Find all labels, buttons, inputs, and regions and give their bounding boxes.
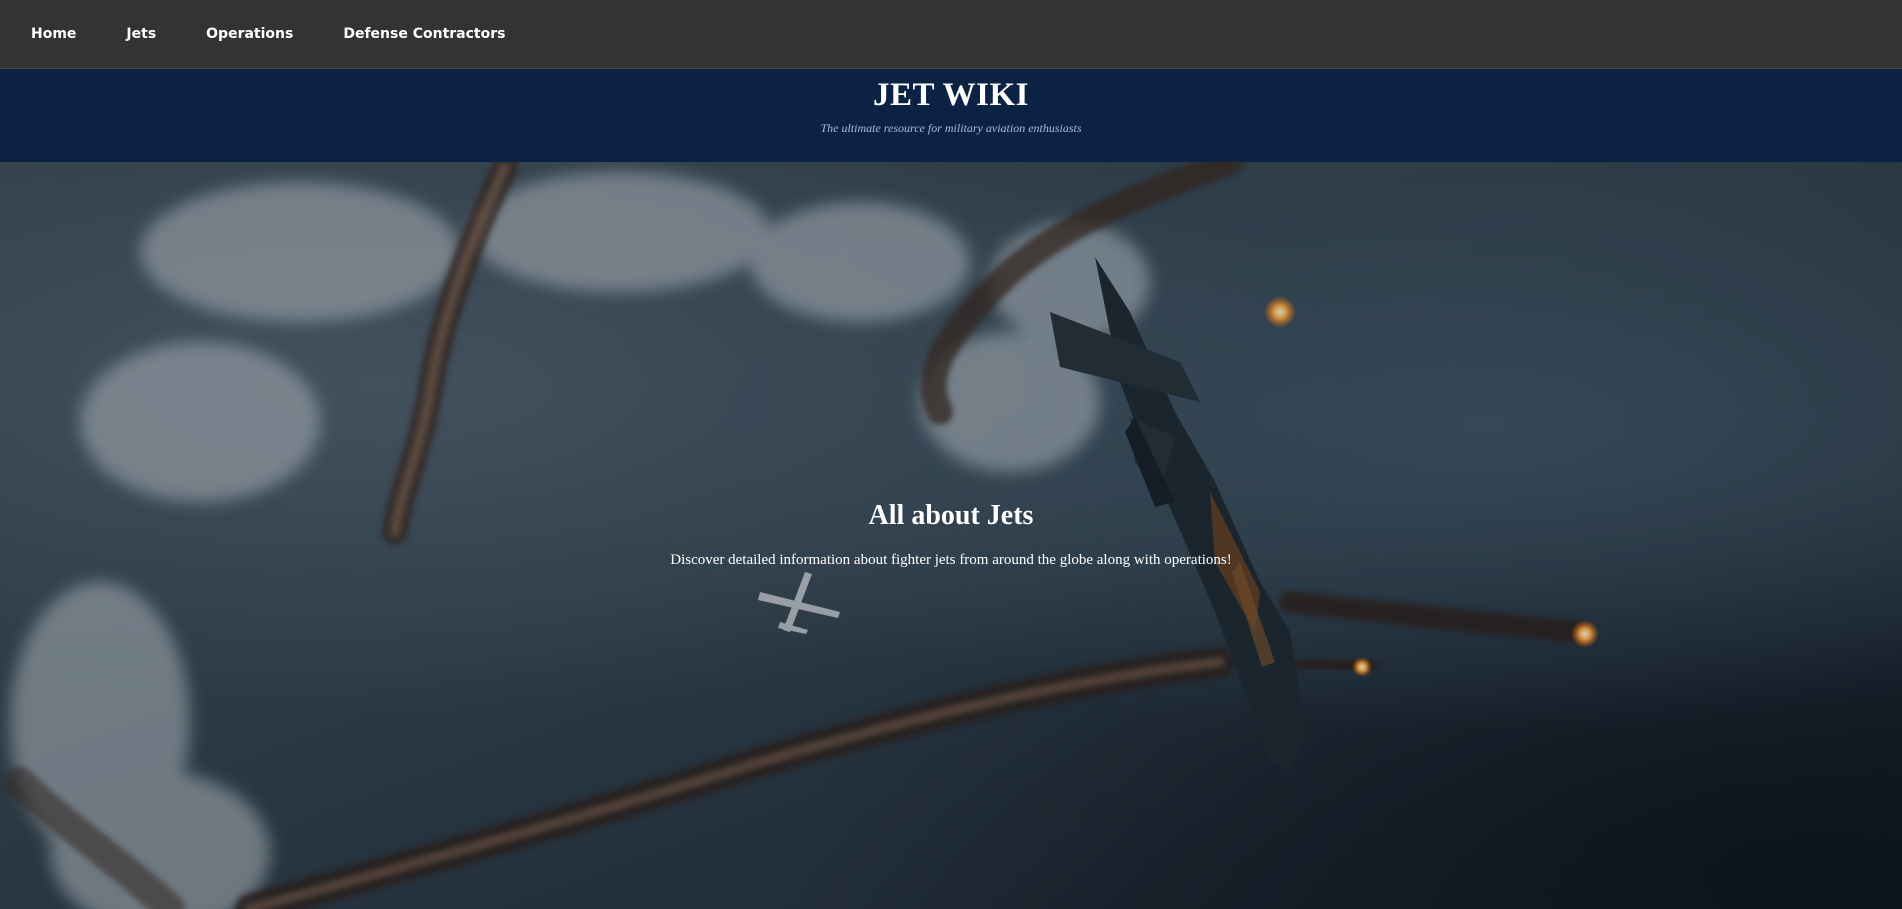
hero-section: All about Jets Discover detailed informa… bbox=[0, 162, 1902, 909]
hero-description: Discover detailed information about figh… bbox=[670, 552, 1232, 568]
top-navigation: Home Jets Operations Defense Contractors bbox=[0, 0, 1902, 69]
nav-link-jets[interactable]: Jets bbox=[126, 26, 156, 42]
hero-heading: All about Jets bbox=[868, 500, 1034, 531]
site-tagline: The ultimate resource for military aviat… bbox=[820, 121, 1082, 135]
site-title: JET WIKI bbox=[873, 77, 1029, 113]
nav-link-home[interactable]: Home bbox=[31, 26, 76, 42]
site-header: JET WIKI The ultimate resource for milit… bbox=[0, 69, 1902, 162]
hero-overlay bbox=[0, 162, 1902, 909]
nav-link-operations[interactable]: Operations bbox=[206, 26, 293, 42]
nav-link-defense-contractors[interactable]: Defense Contractors bbox=[343, 26, 505, 42]
